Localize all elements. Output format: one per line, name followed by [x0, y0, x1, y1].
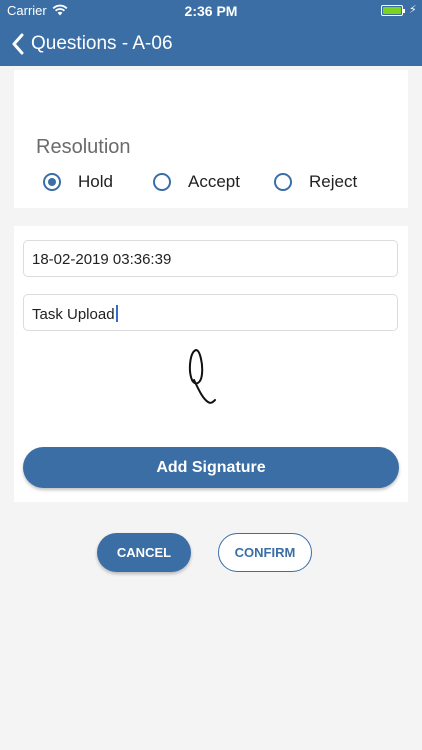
page-title: Questions - A-06	[31, 33, 173, 54]
chevron-left-icon[interactable]	[11, 33, 25, 55]
add-signature-button[interactable]: Add Signature	[23, 447, 399, 488]
status-bar: Carrier 2:36 PM ⚡	[0, 0, 422, 22]
radio-accept-label: Accept	[188, 172, 240, 191]
details-card: 18-02-2019 03:36:39 Task Upload Add Sign…	[14, 226, 408, 502]
date-field-value: 18-02-2019 03:36:39	[32, 251, 172, 268]
status-time: 2:36 PM	[184, 3, 238, 19]
date-field[interactable]: 18-02-2019 03:36:39	[23, 240, 398, 277]
text-cursor	[115, 305, 118, 322]
task-field[interactable]: Task Upload	[23, 294, 398, 331]
resolution-label: Resolution	[36, 136, 131, 158]
bolt-icon: ⚡	[409, 4, 417, 16]
radio-reject-label: Reject	[309, 172, 358, 191]
battery-fill	[383, 7, 401, 14]
cancel-button[interactable]: CANCEL	[97, 533, 191, 572]
battery-icon	[381, 5, 405, 16]
radio-hold-label: Hold	[78, 172, 113, 191]
signature-image	[188, 349, 216, 404]
resolution-card: Resolution Hold Accept Reject	[14, 70, 408, 208]
confirm-button[interactable]: CONFIRM	[218, 533, 312, 572]
radio-button-icon[interactable]	[274, 173, 292, 191]
task-field-value: Task Upload	[32, 306, 115, 323]
radio-button-icon[interactable]	[153, 173, 171, 191]
nav-bar: Questions - A-06	[0, 22, 422, 66]
radio-button-selected-icon[interactable]	[43, 173, 61, 191]
